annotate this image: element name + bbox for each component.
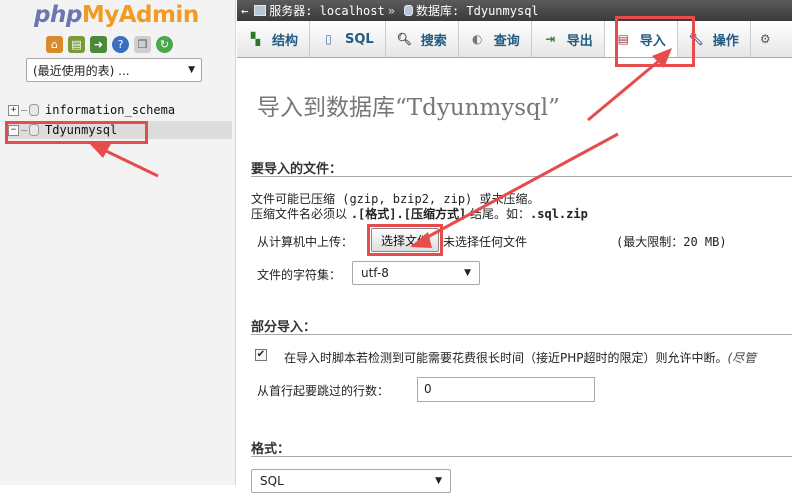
documentation-icon[interactable]: ❐ [134,36,151,53]
extension-note-format: .[格式].[压缩方式] [350,207,467,221]
breadcrumb: ← 服务器: localhost » 数据库: Tdyunmysql [237,0,792,21]
tab-export[interactable]: ⇥ 导出 [532,21,605,57]
annotation-arrow-choose-file [421,132,619,242]
logout-icon[interactable]: ▤ [68,36,85,53]
main-tabs: ▚ 结构 ▯ SQL 🔍︎ 搜索 ◐ 查询 ⇥ 导出 ▤ 导入 🔧︎ 操作 ⚙ [237,21,792,58]
expand-icon[interactable]: + [8,104,19,116]
tab-label: 查询 [493,33,520,49]
logo-my: My [81,2,119,28]
extension-note-prefix: 压缩文件名必须以 [251,207,351,221]
query-icon: ◐ [471,32,483,46]
breadcrumb-separator: » [387,3,395,18]
tab-query[interactable]: ◐ 查询 [459,21,532,57]
structure-icon: ▚ [250,32,261,46]
help-icon[interactable]: ? [112,36,129,53]
tab-label: 搜索 [420,33,447,49]
reload-icon[interactable]: ↻ [156,36,173,53]
home-icon[interactable]: ⌂ [46,36,63,53]
annotation-box-database [5,121,148,144]
annotation-box-import-tab [615,16,695,67]
allow-interrupt-text: 在导入时脚本若检测到可能需要花费很长时间（接近PHP超时的限定）则允许中断。 [284,351,728,365]
page-title: 导入到数据库“Tdyunmysql” [257,95,560,121]
max-upload-limit: (最大限制：20 MB) [616,235,727,249]
no-file-text: 未选择任何文件 [443,235,528,249]
tab-more[interactable]: ⚙ [751,21,780,57]
charset-value: utf-8 [361,266,389,280]
tab-search[interactable]: 🔍︎ 搜索 [386,21,459,57]
tab-label: 结构 [272,33,299,49]
allow-interrupt-checkbox[interactable]: ✔ [255,349,267,361]
database-icon [403,5,413,16]
charset-select[interactable]: utf-8 ▼ [352,261,480,285]
extension-note-example: .sql.zip [530,207,588,221]
server-icon [254,5,267,16]
tree-connector [21,109,27,111]
section-divider [251,456,792,457]
sql-icon: ▯ [325,32,332,46]
tab-label: 操作 [712,33,739,49]
tab-label: SQL [345,31,374,47]
recent-tables-value: (最近使用的表) ... [33,63,130,78]
logo-php: php [34,2,82,28]
extension-note-middle: 结尾。如： [466,207,531,221]
database-icon [29,104,39,116]
format-select[interactable]: SQL ▼ [251,469,451,493]
chevron-down-icon: ▼ [464,268,471,278]
format-section-heading: 格式： [251,442,291,457]
chevron-down-icon: ▼ [188,65,195,75]
db-name[interactable]: information_schema [45,103,175,117]
search-icon: 🔍︎ [396,32,412,46]
quick-icons: ⌂ ▤ ➜ ? ❐ ↻ [46,36,173,53]
logo-admin: Admin [118,2,200,28]
section-divider [251,334,792,335]
format-value: SQL [260,474,284,488]
extension-note: 压缩文件名必须以 .[格式].[压缩方式] 结尾。如：.sql.zip [251,205,588,222]
breadcrumb-database[interactable]: 数据库: Tdyunmysql [416,2,539,19]
skip-rows-input[interactable]: 0 [417,377,595,402]
navigation-panel: phpMyAdmin ⌂ ▤ ➜ ? ❐ ↻ (最近使用的表) ... ▼ + … [0,0,236,485]
upload-label: 从计算机中上传： [257,235,354,249]
partial-section-heading: 部分导入： [251,320,317,335]
annotation-box-choose-file [367,224,443,256]
file-section-heading: 要导入的文件： [251,162,343,177]
breadcrumb-server[interactable]: 服务器: localhost [269,2,384,19]
skip-rows-label: 从首行起要跳过的行数： [257,384,390,398]
query-window-icon[interactable]: ➜ [90,36,107,53]
phpmyadmin-logo[interactable]: phpMyAdmin [34,2,199,28]
db-tree-item-information-schema[interactable]: + information_schema [8,101,175,119]
tab-structure[interactable]: ▚ 结构 [237,21,311,57]
back-arrow-icon[interactable]: ← [241,4,248,18]
allow-interrupt-label: 在导入时脚本若检测到可能需要花费很长时间（接近PHP超时的限定）则允许中断。(尽… [284,349,756,366]
export-icon: ⇥ [545,32,556,46]
tab-label: 导出 [566,33,593,49]
allow-interrupt-tail: (尽管 [727,351,757,365]
section-divider [251,176,792,177]
annotation-arrow-import-tab [587,58,661,122]
tab-sql[interactable]: ▯ SQL [310,21,386,57]
charset-label: 文件的字符集： [257,268,342,282]
recent-tables-select[interactable]: (最近使用的表) ... ▼ [26,58,202,82]
gear-icon: ⚙ [759,32,771,46]
